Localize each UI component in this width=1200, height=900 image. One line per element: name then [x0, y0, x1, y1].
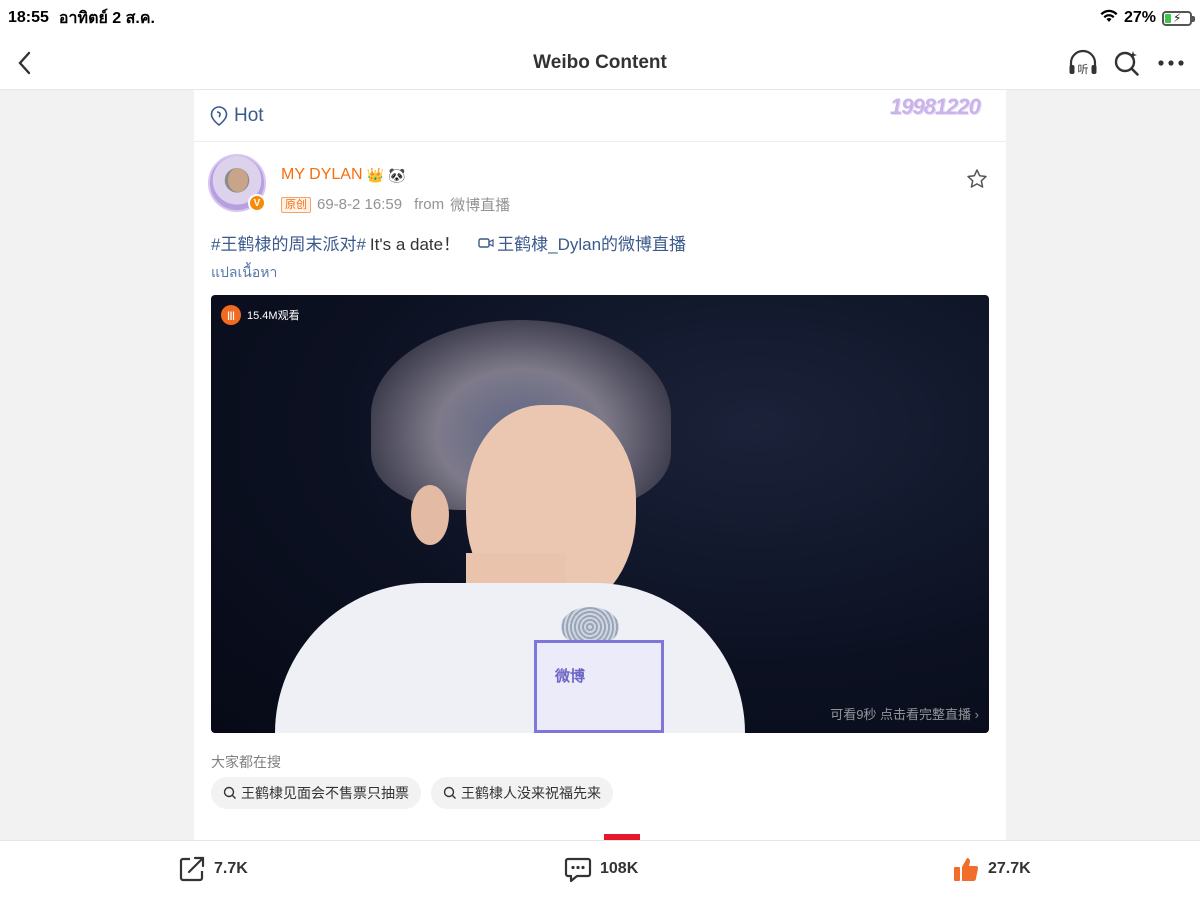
battery-icon: ⚡	[1162, 10, 1195, 26]
post-card: Hot 19981220 V MY DYLAN 👑 🐼 原创 69-8-2 16…	[194, 90, 1006, 842]
more-dots-icon	[1158, 60, 1184, 66]
post-source: 微博直播	[450, 197, 511, 214]
battery-fill	[1165, 13, 1172, 23]
avatar[interactable]: V	[208, 154, 266, 212]
video-camera-icon	[478, 237, 494, 248]
source-prefix: from	[414, 196, 445, 213]
live-link-text: 王鹤棣_Dylan的微博直播	[497, 235, 687, 254]
views-count: 15.4M观看	[247, 310, 300, 322]
listen-button[interactable]: 听	[1068, 48, 1098, 78]
favorite-button[interactable]	[964, 166, 990, 192]
like-count: 27.7K	[988, 860, 1031, 877]
post-meta: 原创 69-8-2 16:59 from 微博直播	[281, 194, 510, 215]
watermark-logo: 19981220	[890, 94, 981, 119]
share-icon	[179, 856, 205, 882]
search-chip-label: 王鹤棣见面会不售票只抽票	[241, 785, 409, 801]
post-timestamp: 69-8-2 16:59	[317, 196, 403, 213]
status-right: 27% ⚡	[1100, 9, 1195, 28]
post-text: #王鹤棣的周末派对# It's a date！ 王鹤棣_Dylan的微博直播	[211, 230, 686, 255]
live-video-player[interactable]: 微博 ||| 15.4M观看 可看9秒 点击看完整直播 ›	[211, 295, 989, 733]
post-body: It's a date！	[369, 235, 461, 254]
verified-v-icon: V	[248, 194, 266, 212]
star-icon	[967, 169, 987, 188]
search-chip-label: 王鹤棣人没来祝福先来	[461, 785, 601, 801]
repost-count: 7.7K	[214, 860, 248, 877]
video-person-ear	[411, 485, 449, 545]
chevron-left-icon	[18, 51, 31, 75]
search-button[interactable]	[1112, 48, 1142, 78]
repost-button[interactable]: 7.7K	[178, 855, 248, 883]
username-text: MY DYLAN	[281, 166, 363, 183]
mic-logo-box: 微博	[534, 640, 664, 733]
translate-link[interactable]: แปลเนื้อหา	[211, 262, 277, 284]
avatar-face	[228, 168, 248, 192]
hashtag-link[interactable]: #王鹤棣的周末派对#	[211, 230, 366, 255]
comment-button[interactable]: 108K	[564, 855, 638, 883]
live-views-icon: |||	[221, 305, 241, 325]
listen-label: 听	[1078, 63, 1089, 76]
page-title: Weibo Content	[533, 51, 667, 73]
nav-actions: 听	[1068, 48, 1186, 78]
search-chip[interactable]: 王鹤棣见面会不售票只抽票	[211, 777, 421, 809]
battery-percent: 27%	[1123, 9, 1156, 26]
like-button[interactable]: 27.7K	[952, 855, 1031, 883]
panda-badge-icon: 🐼	[387, 166, 406, 183]
username[interactable]: MY DYLAN 👑 🐼	[281, 166, 405, 184]
hot-header: Hot 19981220	[194, 90, 1006, 142]
comment-count: 108K	[600, 860, 639, 877]
everyone-searching-title: 大家都在搜	[211, 754, 281, 770]
thumbs-up-icon	[954, 858, 979, 881]
wifi-icon	[1100, 9, 1118, 28]
charging-bolt-icon: ⚡	[1173, 10, 1182, 25]
action-bar: 7.7K 108K 27.7K	[0, 840, 1200, 900]
status-time: 18:55	[8, 9, 49, 26]
video-views: ||| 15.4M观看	[221, 305, 300, 325]
status-bar: 18:55 อาทิตย์ 2 ส.ค. 27% ⚡	[0, 0, 1200, 36]
search-icon	[223, 786, 236, 799]
back-button[interactable]	[8, 46, 40, 80]
crown-badge-icon: 👑	[366, 166, 384, 183]
video-person-shirt	[275, 583, 745, 733]
search-sparkle-icon	[1114, 51, 1139, 76]
search-chips: 王鹤棣见面会不售票只抽票 王鹤棣人没来祝福先来	[211, 777, 613, 809]
live-link[interactable]: 王鹤棣_Dylan的微博直播	[478, 230, 686, 255]
comment-icon	[564, 857, 592, 883]
hot-pin-icon	[210, 105, 228, 126]
original-tag: 原创	[281, 196, 311, 213]
nav-bar: Weibo Content 听	[0, 36, 1200, 90]
more-button[interactable]	[1156, 48, 1186, 78]
search-icon	[443, 786, 456, 799]
video-hint: 可看9秒 点击看完整直播 ›	[830, 707, 979, 722]
status-date: อาทิตย์ 2 ส.ค.	[58, 9, 155, 27]
mic-logo-text: 微博	[555, 668, 586, 685]
search-chip[interactable]: 王鹤棣人没来祝福先来	[431, 777, 613, 809]
headphones-listen-icon: 听	[1069, 49, 1097, 76]
hot-label: Hot	[234, 104, 264, 126]
